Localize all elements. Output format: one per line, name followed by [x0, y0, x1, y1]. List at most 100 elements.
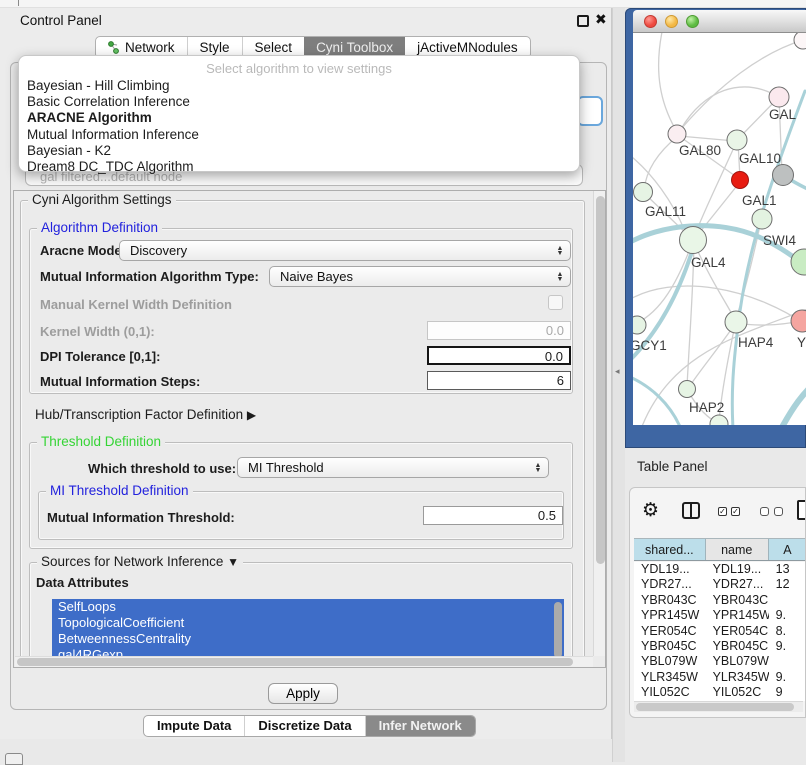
close-icon[interactable]: ✖: [595, 11, 607, 28]
apply-button[interactable]: Apply: [268, 683, 338, 704]
node-label: GAL80: [679, 143, 721, 158]
close-traffic-light[interactable]: [644, 15, 657, 28]
table-cell: YBR043C: [634, 593, 706, 608]
scrollbar-thumb[interactable]: [17, 658, 573, 666]
attribute-item[interactable]: BetweennessCentrality: [52, 631, 564, 647]
column-header-name[interactable]: name: [706, 539, 769, 560]
tab-discretize-data[interactable]: Discretize Data: [244, 716, 364, 736]
data-attributes-list: SelfLoopsTopologicalCoefficientBetweenne…: [52, 599, 564, 663]
checked-checkbox-icon[interactable]: ✓: [718, 507, 727, 516]
focused-combo-fragment[interactable]: [577, 96, 603, 126]
mi-threshold-field[interactable]: 0.5: [423, 506, 563, 525]
network-node-swi4[interactable]: [752, 209, 772, 229]
table-cell: YBL079W: [634, 654, 706, 669]
columns-icon[interactable]: [682, 502, 700, 519]
table-cell: YIL052C: [634, 685, 706, 700]
network-node-hap2[interactable]: [679, 381, 696, 398]
table-row[interactable]: YBR045CYBR045C9.: [634, 639, 806, 654]
table-cell: 9.: [769, 639, 806, 654]
table-cell: 8.: [769, 624, 806, 639]
settings-scrollpane: Cyni Algorithm Settings Algorithm Defini…: [13, 190, 606, 668]
document-icon[interactable]: [797, 500, 806, 520]
column-header-shared[interactable]: shared...: [634, 539, 706, 560]
attribute-item[interactable]: SelfLoops: [52, 599, 564, 615]
mi-steps-label: Mutual Information Steps:: [40, 374, 200, 389]
table-cell: YDL19...: [706, 562, 769, 577]
algorithm-option[interactable]: Dream8 DC_TDC Algorithm: [19, 159, 579, 175]
network-node-gal[interactable]: [769, 87, 789, 107]
table-cell: YIL052C: [706, 685, 769, 700]
attribute-item[interactable]: TopologicalCoefficient: [52, 615, 564, 631]
network-node-y[interactable]: [791, 310, 806, 332]
network-node-gal4[interactable]: [680, 227, 707, 254]
table-cell: 13: [769, 562, 806, 577]
panel-divider[interactable]: [612, 8, 625, 762]
network-node[interactable]: [794, 33, 806, 49]
mi-threshold-label: Mutual Information Threshold:: [47, 510, 235, 525]
table-cell: 12: [769, 577, 806, 592]
manual-kernel-checkbox[interactable]: [548, 295, 563, 310]
table-row[interactable]: YER054CYER054C8.: [634, 624, 806, 639]
divider-collapse-icon[interactable]: ◂: [615, 366, 620, 377]
algorithm-option[interactable]: Basic Correlation Inference: [19, 94, 579, 110]
table-horizontal-scrollbar[interactable]: [634, 701, 803, 712]
network-node[interactable]: [773, 165, 794, 186]
unchecked-checkbox-icon[interactable]: [774, 507, 783, 516]
zoom-traffic-light[interactable]: [686, 15, 699, 28]
table-row[interactable]: YDR27...YDR27...12: [634, 577, 806, 592]
network-node-gal10[interactable]: [727, 130, 747, 150]
node-label: GAL4: [691, 255, 726, 270]
which-threshold-combo[interactable]: MI Threshold ▲▼: [237, 457, 549, 478]
table-cell: YLR345W: [634, 670, 706, 685]
hub-definition-toggle[interactable]: Hub/Transcription Factor Definition ▶: [35, 407, 256, 422]
table-row[interactable]: YPR145WYPR145W9.: [634, 608, 806, 623]
table-cell: YER054C: [634, 624, 706, 639]
unchecked-checkbox-icon[interactable]: [760, 507, 769, 516]
mi-type-combo[interactable]: Naive Bayes ▲▼: [269, 266, 571, 287]
algorithm-option[interactable]: Bayesian - K2: [19, 143, 579, 159]
node-label: GAL10: [739, 151, 781, 166]
column-header-a[interactable]: A: [769, 539, 806, 560]
network-window-titlebar[interactable]: [633, 10, 806, 33]
tab-impute-data[interactable]: Impute Data: [144, 716, 244, 736]
table-row[interactable]: YLR345WYLR345W9.: [634, 670, 806, 685]
hub-definition-label: Hub/Transcription Factor Definition: [35, 407, 243, 422]
table-row[interactable]: YBR043CYBR043C: [634, 593, 806, 608]
network-node[interactable]: [791, 249, 806, 275]
algorithm-definition-title: Algorithm Definition: [37, 220, 162, 235]
kernel-width-field[interactable]: 0.0: [427, 321, 571, 340]
dpi-tolerance-field[interactable]: 0.0: [427, 346, 571, 365]
node-label: GAL11: [645, 204, 686, 219]
chevron-down-icon[interactable]: ▼: [227, 555, 239, 569]
table-row[interactable]: YIL052CYIL052C9: [634, 685, 806, 700]
network-node[interactable]: [710, 415, 728, 425]
list-scrollbar[interactable]: [554, 602, 562, 658]
scrollbar-thumb[interactable]: [636, 703, 794, 711]
checked-checkbox-icon[interactable]: ✓: [731, 507, 740, 516]
scrollbar-thumb[interactable]: [596, 196, 605, 564]
combo-arrows-icon: ▲▼: [552, 272, 570, 282]
table-row[interactable]: YDL19...YDL19...13: [634, 562, 806, 577]
network-node-gal80[interactable]: [668, 125, 686, 143]
node-label: SWI4: [763, 233, 796, 248]
network-node-hap4[interactable]: [725, 311, 747, 333]
collapsed-panel-icon[interactable]: [5, 753, 23, 765]
algorithm-option[interactable]: ARACNE Algorithm: [19, 110, 579, 126]
gear-icon[interactable]: ⚙: [642, 499, 659, 522]
tab-infer-network[interactable]: Infer Network: [365, 716, 475, 736]
float-window-icon[interactable]: [577, 15, 589, 27]
algorithm-option[interactable]: Bayesian - Hill Climbing: [19, 78, 579, 94]
table-row[interactable]: YBL079WYBL079W: [634, 654, 806, 669]
network-node-gcy1[interactable]: [633, 316, 646, 334]
network-node-gal11[interactable]: [634, 183, 653, 202]
mi-steps-field[interactable]: 6: [427, 371, 571, 390]
algorithm-option[interactable]: Mutual Information Inference: [19, 127, 579, 143]
node-table: shared...nameA: [634, 538, 806, 561]
kernel-width-label: Kernel Width (0,1):: [40, 324, 155, 339]
network-node-gal1[interactable]: [732, 172, 749, 189]
settings-horizontal-scrollbar[interactable]: [15, 656, 593, 667]
aracne-mode-combo[interactable]: Discovery ▲▼: [119, 240, 571, 261]
network-canvas[interactable]: GALGAL80GAL10GAL1GAL11SWI4GAL4GCY1HAP4YH…: [633, 33, 806, 425]
settings-vertical-scrollbar[interactable]: [593, 191, 606, 656]
minimize-traffic-light[interactable]: [665, 15, 678, 28]
